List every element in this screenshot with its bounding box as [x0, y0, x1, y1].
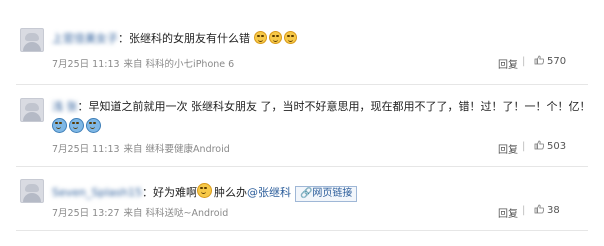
comment-username[interactable]: 上官佳美女子 — [52, 32, 118, 45]
like-count: 503 — [547, 141, 567, 152]
comment-text: 张继科的女朋友有什么错 — [129, 32, 250, 45]
action-separator: | — [522, 141, 526, 152]
mention-link[interactable]: @张继科 — [247, 186, 291, 199]
avatar[interactable] — [20, 28, 44, 52]
laugh-cry-icon — [86, 118, 101, 133]
comment-username[interactable]: Seven_Splash15 — [52, 186, 142, 199]
reply-button[interactable]: 回复 — [498, 56, 518, 71]
web-link-label: 网页链接 — [312, 188, 353, 199]
separator: ： — [141, 186, 153, 199]
comment-source: 来自 科科的小七iPhone 6 — [123, 59, 235, 70]
comment-source: 来自 科科送哒~Android — [123, 208, 229, 219]
laugh-cry-icon — [52, 118, 67, 133]
sad-face-icon — [196, 183, 212, 198]
comment-text-cont: 肿么办 — [213, 186, 247, 199]
comment-text: 好为难啊 — [152, 186, 197, 199]
like-button[interactable]: 38 — [534, 204, 560, 216]
avatar[interactable] — [20, 179, 44, 203]
divider — [16, 84, 588, 85]
comment-date: 7月25日 11:13 — [52, 144, 120, 155]
thumbs-up-icon — [534, 140, 544, 150]
smiley-face-icon — [283, 31, 297, 44]
comment-username[interactable]: 浅 张 — [52, 100, 78, 113]
avatar[interactable] — [20, 98, 44, 122]
like-count: 570 — [547, 56, 567, 67]
separator: ： — [118, 32, 129, 45]
thumbs-up-icon — [534, 204, 544, 214]
comment-text-line: 上官佳美女子：张继科的女朋友有什么错 — [52, 31, 299, 46]
link-icon: 🔗 — [299, 188, 313, 199]
comment-text: 早知道之前就用一次 张继科女朋友 了，当时不好意思用，现在都用不了了，错！过！了… — [88, 100, 591, 113]
reply-button[interactable]: 回复 — [498, 205, 518, 220]
smiley-face-icon — [268, 31, 282, 44]
comment-meta: 7月25日 13:27 来自 科科送哒~Android — [52, 205, 232, 219]
like-count: 38 — [547, 205, 560, 216]
separator: ： — [77, 100, 89, 113]
comment-meta: 7月25日 11:13 来自 科科的小七iPhone 6 — [52, 56, 238, 70]
comment-text-line: 浅 张：早知道之前就用一次 张继科女朋友 了，当时不好意思用，现在都用不了了，错… — [52, 100, 591, 114]
action-separator: | — [522, 205, 526, 216]
divider — [16, 166, 588, 167]
comment-text-line: Seven_Splash15：好为难啊 肿么办@张继科 🔗网页链接 — [52, 183, 358, 202]
divider — [16, 230, 588, 231]
action-separator: | — [522, 56, 526, 67]
comment-source: 来自 继科要健康Android — [123, 144, 230, 155]
reply-button[interactable]: 回复 — [498, 141, 518, 156]
smiley-face-icon — [253, 31, 267, 44]
laugh-cry-icon — [69, 118, 84, 133]
web-link-button[interactable]: 🔗网页链接 — [294, 186, 358, 202]
comment-date: 7月25日 11:13 — [52, 59, 120, 70]
like-button[interactable]: 503 — [534, 140, 566, 152]
comment-meta: 7月25日 11:13 来自 继科要健康Android — [52, 141, 234, 155]
comment-date: 7月25日 13:27 — [52, 208, 120, 219]
like-button[interactable]: 570 — [534, 55, 566, 67]
emoji-row — [52, 118, 103, 135]
thumbs-up-icon — [534, 55, 544, 65]
